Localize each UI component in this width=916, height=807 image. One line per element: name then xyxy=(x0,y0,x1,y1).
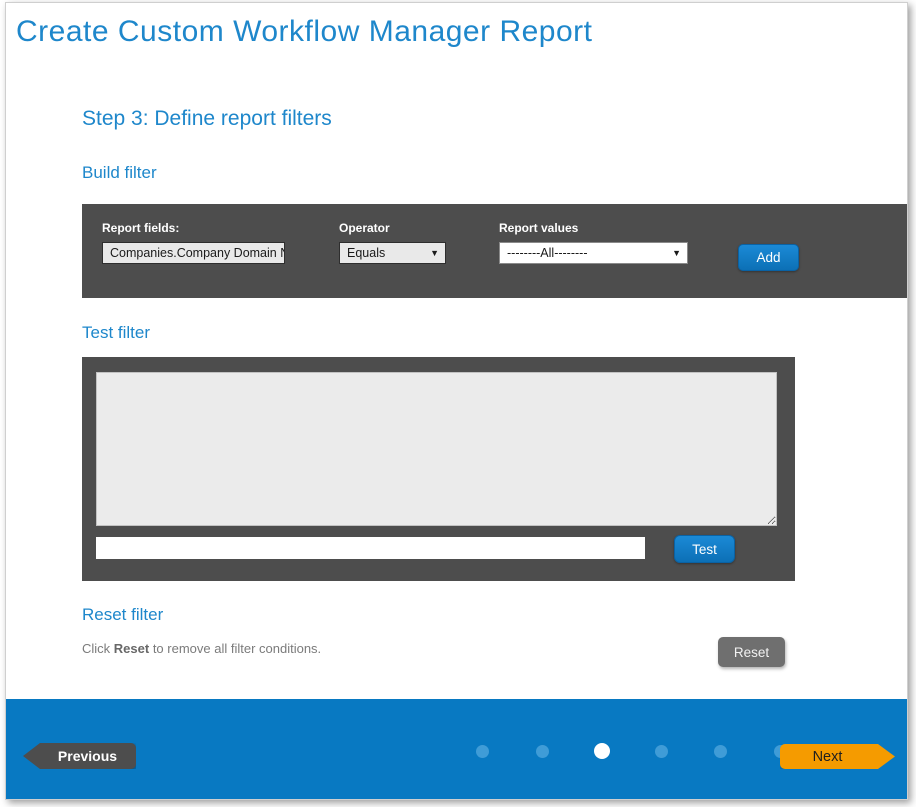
report-fields-label: Report fields: xyxy=(102,221,285,235)
reset-button[interactable]: Reset xyxy=(718,637,785,667)
report-values-selected-value: --------All-------- xyxy=(507,246,588,260)
chevron-down-icon: ▼ xyxy=(672,248,681,258)
step-dot-2[interactable] xyxy=(536,745,549,758)
previous-button[interactable]: Previous xyxy=(23,743,136,769)
test-filter-heading: Test filter xyxy=(82,323,150,343)
report-values-label: Report values xyxy=(499,221,688,235)
step-dot-5[interactable] xyxy=(714,745,727,758)
reset-filter-heading: Reset filter xyxy=(82,605,163,625)
build-filter-heading: Build filter xyxy=(82,163,157,183)
test-filter-textarea[interactable] xyxy=(96,372,777,526)
step-dot-1[interactable] xyxy=(476,745,489,758)
page-title: Create Custom Workflow Manager Report xyxy=(16,15,593,49)
step-indicator xyxy=(476,744,787,758)
report-fields-group: Report fields: Companies.Company Domain … xyxy=(102,221,285,264)
test-value-input[interactable] xyxy=(96,537,645,559)
test-button[interactable]: Test xyxy=(674,535,735,563)
reset-instruction: Click Reset to remove all filter conditi… xyxy=(82,641,321,656)
test-filter-panel: Test xyxy=(82,357,795,581)
reset-instruction-prefix: Click xyxy=(82,641,114,656)
add-button[interactable]: Add xyxy=(738,244,799,271)
build-filter-panel: Report fields: Companies.Company Domain … xyxy=(82,204,908,298)
operator-group: Operator Equals ▼ xyxy=(339,221,446,264)
step-heading: Step 3: Define report filters xyxy=(82,107,332,131)
next-button[interactable]: Next xyxy=(780,744,895,769)
report-fields-selected-value: Companies.Company Domain Na xyxy=(110,246,285,260)
chevron-down-icon: ▼ xyxy=(430,248,439,258)
reset-instruction-bold: Reset xyxy=(114,641,149,656)
operator-selected-value: Equals xyxy=(347,246,385,260)
operator-label: Operator xyxy=(339,221,446,235)
report-fields-select[interactable]: Companies.Company Domain Na ▼ xyxy=(102,242,285,264)
report-values-group: Report values --------All-------- ▼ xyxy=(499,221,688,264)
step-dot-3[interactable] xyxy=(594,743,610,759)
wizard-window: Create Custom Workflow Manager Report St… xyxy=(5,2,908,800)
step-dot-4[interactable] xyxy=(655,745,668,758)
wizard-footer: Previous Next xyxy=(6,699,907,800)
report-values-select[interactable]: --------All-------- ▼ xyxy=(499,242,688,264)
operator-select[interactable]: Equals ▼ xyxy=(339,242,446,264)
reset-instruction-suffix: to remove all filter conditions. xyxy=(149,641,321,656)
